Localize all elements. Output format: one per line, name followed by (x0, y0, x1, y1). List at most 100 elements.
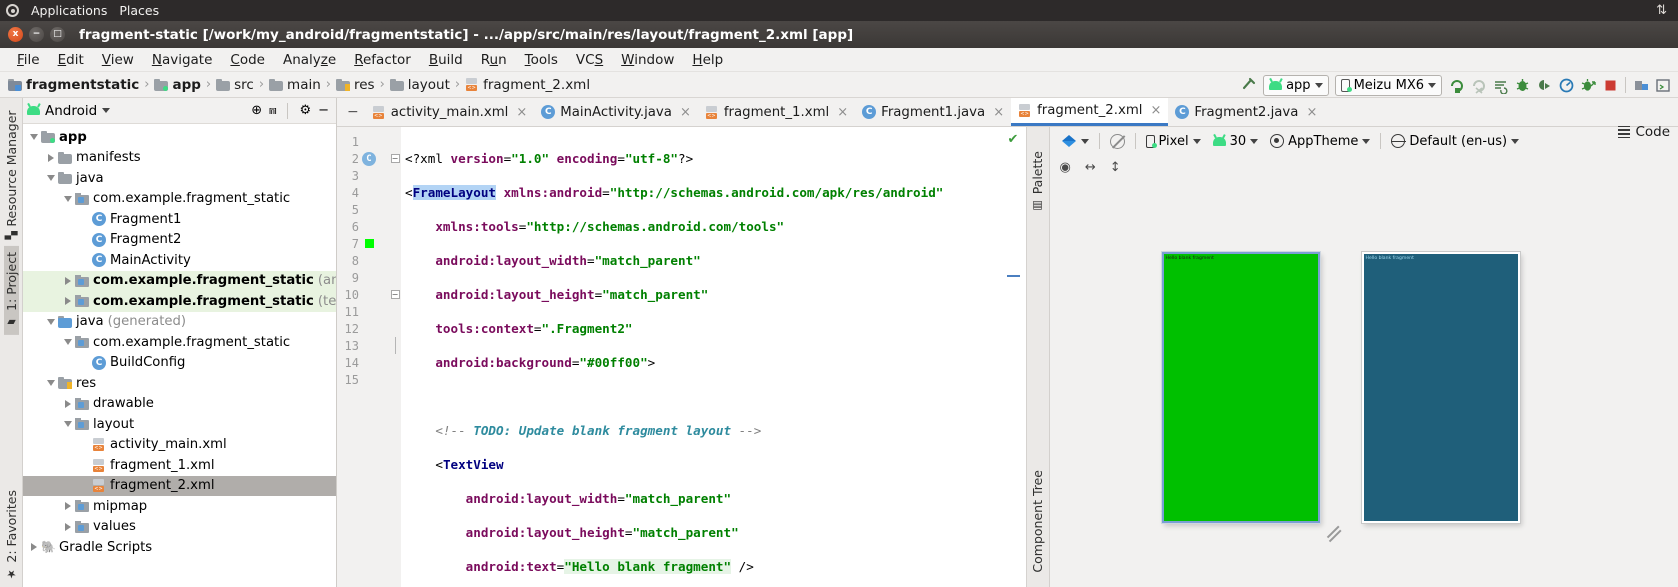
menu-window[interactable]: Window (612, 50, 683, 70)
twisty-collapsed-icon[interactable] (61, 276, 75, 285)
editor-fold-column[interactable]: − − (389, 127, 401, 587)
tool-button-component-tree[interactable]: Component Tree (1030, 464, 1045, 579)
class-marker-icon[interactable]: C (362, 151, 376, 166)
twisty-expanded-icon[interactable] (27, 134, 41, 141)
resize-handle[interactable] (1327, 527, 1340, 540)
places-menu[interactable]: Places (119, 3, 159, 18)
twisty-collapsed-icon[interactable] (27, 543, 41, 552)
editor-tab-activity-main-xml[interactable]: <> activity_main.xml × (365, 98, 535, 126)
device-selector[interactable]: Meizu MX6 (1334, 74, 1442, 96)
api-level-dropdown[interactable]: 30 (1207, 134, 1265, 149)
twisty-expanded-icon[interactable] (44, 380, 58, 387)
gutter-line[interactable]: 1 (337, 133, 389, 150)
menu-build[interactable]: Build (420, 50, 472, 70)
sdk-manager-icon[interactable] (1652, 74, 1674, 96)
editor-tab-fragment-1-xml[interactable]: <> fragment_1.xml × (698, 98, 855, 126)
tree-row-app[interactable]: app (23, 127, 336, 148)
window-close-button[interactable]: x (8, 27, 23, 42)
twisty-expanded-icon[interactable] (61, 421, 75, 428)
locale-dropdown[interactable]: Default (en-us) (1385, 134, 1525, 149)
editor-tab-mainactivity-java[interactable]: C MainActivity.java × (534, 98, 698, 126)
close-tab-icon[interactable]: × (837, 105, 848, 120)
twisty-collapsed-icon[interactable] (61, 399, 75, 408)
gutter-line[interactable]: 9 (337, 269, 389, 286)
tree-row-com-example-fragment-static[interactable]: com.example.fragment_static(test) (23, 291, 336, 312)
hide-panel-icon[interactable]: − (318, 103, 329, 118)
tool-button-project[interactable]: ▰ 1: Project (3, 245, 19, 335)
tree-row-gradle-scripts[interactable]: 🐘 Gradle Scripts (23, 537, 336, 558)
avd-manager-icon[interactable] (1630, 74, 1652, 96)
menu-vcs[interactable]: VCS (567, 50, 612, 70)
theme-dropdown[interactable]: AppTheme (1264, 134, 1376, 149)
horizontal-arrows-icon[interactable]: ↔ (1085, 160, 1096, 175)
close-tab-icon[interactable]: × (1306, 105, 1317, 120)
tree-row-mainactivity[interactable]: C MainActivity (23, 250, 336, 271)
gutter-line[interactable]: 7 (337, 235, 389, 252)
tree-row-com-example-fragment-static[interactable]: com.example.fragment_static (23, 332, 336, 353)
project-tree[interactable]: app manifests java com.example.fragment_sta… (23, 124, 336, 587)
breadcrumb-main[interactable]: main (269, 77, 321, 93)
fold-collapse-icon[interactable]: − (389, 150, 401, 167)
tree-row-layout[interactable]: layout (23, 414, 336, 435)
debug-icon[interactable] (1511, 74, 1533, 96)
vertical-arrows-icon[interactable]: ↕ (1110, 160, 1121, 175)
collapse-all-icon[interactable]: ⩎ (269, 103, 276, 118)
collapse-tabs-icon[interactable]: − (341, 98, 365, 126)
close-tab-icon[interactable]: × (680, 105, 691, 120)
twisty-collapsed-icon[interactable] (44, 153, 58, 162)
tree-row-activity-main-xml[interactable]: <> activity_main.xml (23, 435, 336, 456)
attach-debugger-icon[interactable] (1533, 74, 1555, 96)
tree-row-mipmap[interactable]: mipmap (23, 496, 336, 517)
module-selector[interactable]: app (1263, 74, 1329, 96)
stop-debug-icon[interactable] (1577, 74, 1599, 96)
tree-row-drawable[interactable]: drawable (23, 394, 336, 415)
close-tab-icon[interactable]: × (993, 105, 1004, 120)
twisty-expanded-icon[interactable] (44, 318, 58, 325)
twisty-expanded-icon[interactable] (44, 175, 58, 182)
tool-button-palette[interactable]: ▤ Palette (1030, 145, 1045, 218)
breadcrumb-src[interactable]: src (216, 77, 254, 93)
twisty-expanded-icon[interactable] (61, 339, 75, 346)
gutter-line[interactable]: 12 (337, 320, 389, 337)
tree-row-fragment-1-xml[interactable]: <> fragment_1.xml (23, 455, 336, 476)
breadcrumb-app[interactable]: app (154, 77, 201, 93)
blueprint-toggle-button[interactable] (1104, 133, 1131, 149)
window-minimize-button[interactable]: − (29, 27, 44, 42)
gutter-line[interactable]: 14 (337, 354, 389, 371)
menu-help[interactable]: Help (683, 50, 732, 70)
locate-icon[interactable]: ⊕ (251, 103, 262, 118)
tree-row-buildconfig[interactable]: C BuildConfig (23, 353, 336, 374)
gutter-line[interactable]: 11 (337, 303, 389, 320)
editor-mode-switcher[interactable]: Code (1618, 124, 1670, 140)
tree-row-manifests[interactable]: manifests (23, 148, 336, 169)
tree-row-com-example-fragment-static[interactable]: com.example.fragment_static(androidTest) (23, 270, 336, 291)
tree-row-java[interactable]: java (23, 168, 336, 189)
settings-gear-icon[interactable]: ⚙ (299, 103, 311, 118)
eye-icon[interactable]: ◉ (1060, 160, 1071, 175)
twisty-collapsed-icon[interactable] (61, 502, 75, 511)
tree-row-fragment-2-xml[interactable]: <> fragment_2.xml (23, 475, 336, 496)
menu-file[interactable]: File (8, 50, 49, 70)
menu-navigate[interactable]: Navigate (143, 50, 222, 70)
rerun-icon[interactable] (1467, 74, 1489, 96)
stop-icon[interactable] (1599, 74, 1621, 96)
network-updown-icon[interactable]: ⇅ (1656, 3, 1672, 18)
tool-button-favorites[interactable]: ★ 2: Favorites (4, 484, 19, 587)
ubuntu-logo-icon[interactable] (6, 4, 19, 17)
tree-row-com-example-fragment-static[interactable]: com.example.fragment_static (23, 189, 336, 210)
menu-code[interactable]: Code (221, 50, 274, 70)
tree-row-fragment2[interactable]: C Fragment2 (23, 230, 336, 251)
twisty-expanded-icon[interactable] (61, 195, 75, 202)
gutter-line[interactable]: 10 (337, 286, 389, 303)
tree-row-res[interactable]: res (23, 373, 336, 394)
build-hammer-icon[interactable] (1238, 74, 1260, 96)
profiler-icon[interactable] (1555, 74, 1577, 96)
code-editor-pane[interactable]: 1 2 C 3 4 5 6 7 8 9 10 11 12 13 14 15 − − <?xml version=… (337, 127, 1026, 587)
blueprint-preview-device[interactable]: Hello blank fragment (1361, 252, 1520, 523)
editor-tab-fragment2-java[interactable]: C Fragment2.java × (1168, 98, 1324, 126)
gutter-line[interactable]: 2C (337, 150, 389, 167)
window-maximize-button[interactable]: □ (50, 27, 65, 42)
gutter-line[interactable]: 15 (337, 371, 389, 388)
breadcrumb-res[interactable]: res (335, 77, 375, 93)
applications-menu[interactable]: Applications (31, 3, 107, 18)
